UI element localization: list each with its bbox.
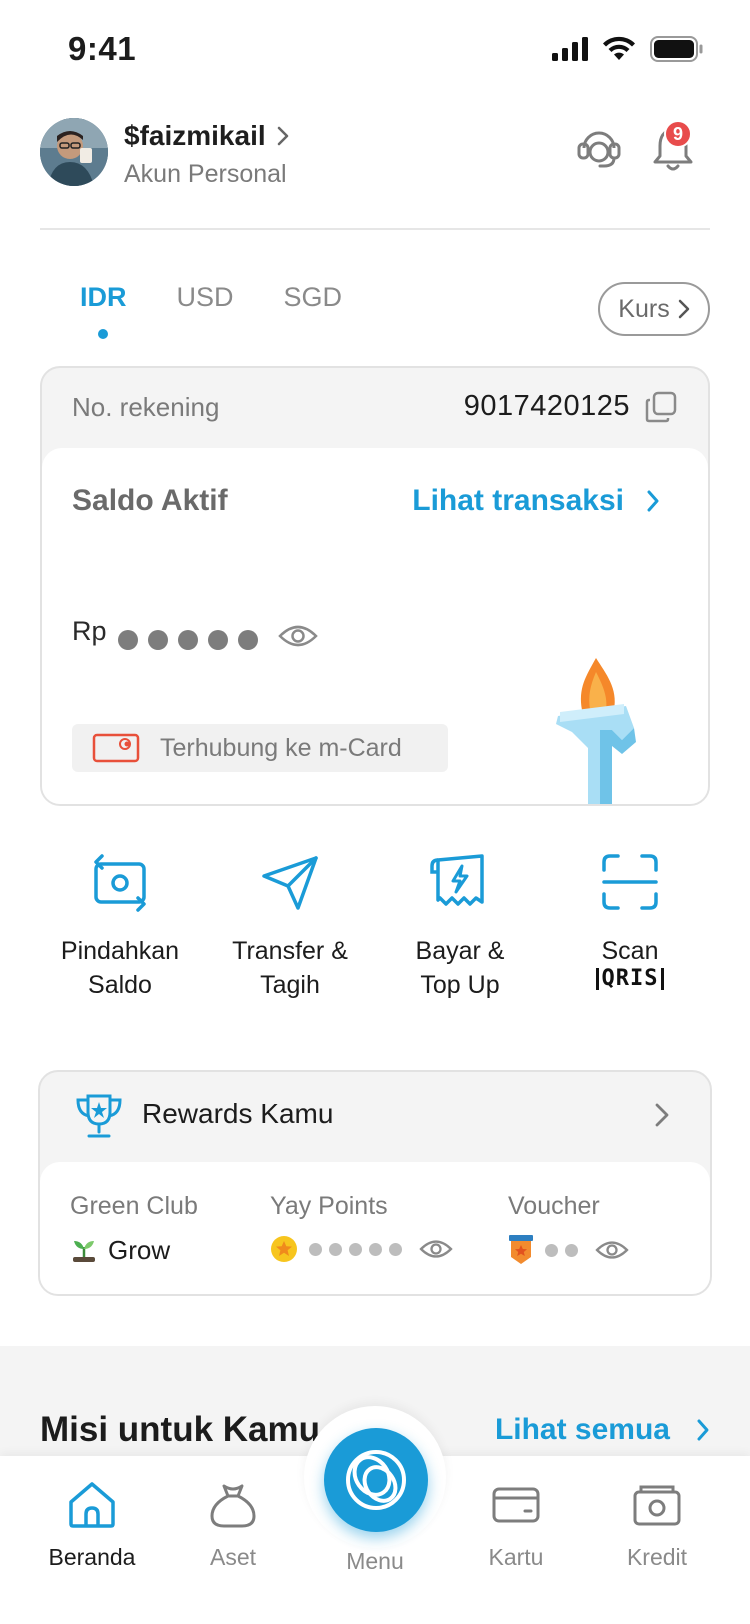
currency-tabs: IDR USD SGD xyxy=(80,282,343,339)
money-bag-icon xyxy=(210,1484,256,1528)
account-number-label: No. rekening xyxy=(72,392,220,422)
scan-qris-button[interactable]: Scan QRIS xyxy=(550,850,710,1010)
currency-prefix: Rp xyxy=(72,616,107,646)
battery-icon xyxy=(650,36,703,62)
home-icon xyxy=(69,1482,115,1528)
transfer-balance-icon xyxy=(94,854,146,912)
chevron-right-icon xyxy=(655,1103,669,1127)
voucher-medal-icon xyxy=(509,1235,533,1264)
wifi-icon xyxy=(603,36,635,60)
credit-icon xyxy=(633,1485,681,1526)
eye-icon[interactable] xyxy=(278,622,318,650)
balance-panel: Saldo Aktif Lihat transaksi Rp Terhubung… xyxy=(42,448,708,804)
account-number-row: No. rekening 9017420125 xyxy=(42,368,708,448)
bill-icon xyxy=(430,854,484,906)
view-transactions-label: Lihat transaksi xyxy=(412,484,624,517)
nav-beranda[interactable]: Beranda xyxy=(22,1478,162,1571)
voucher[interactable]: Voucher xyxy=(508,1192,629,1265)
mission-title: Misi untuk Kamu xyxy=(40,1410,321,1449)
nav-beranda-label: Beranda xyxy=(48,1544,136,1570)
status-bar: 9:41 xyxy=(0,0,750,100)
header-divider xyxy=(40,228,710,230)
tab-sgd[interactable]: SGD xyxy=(284,282,343,313)
status-time: 9:41 xyxy=(68,30,137,67)
status-icons xyxy=(552,36,704,62)
pay-topup-label: Bayar & Top Up xyxy=(415,937,505,999)
transfer-request-label: Transfer & Tagih xyxy=(232,937,348,999)
chevron-right-icon xyxy=(647,490,659,512)
rewards-card[interactable]: Rewards Kamu Green Club Grow Yay Points xyxy=(38,1070,712,1296)
move-balance-button[interactable]: Pindahkan Saldo xyxy=(40,850,200,1010)
notification-badge: 9 xyxy=(664,120,692,148)
voucher-label: Voucher xyxy=(508,1192,600,1220)
yay-points-label: Yay Points xyxy=(270,1192,388,1220)
qris-logo: QRIS xyxy=(595,968,665,990)
eye-icon[interactable] xyxy=(595,1238,629,1262)
card-icon xyxy=(492,1487,540,1523)
see-all-missions-link[interactable]: Lihat semua xyxy=(495,1413,710,1447)
trophy-icon xyxy=(76,1094,122,1138)
username-link[interactable]: $faizmikail xyxy=(124,120,290,152)
balance-card: No. rekening 9017420125 Saldo Aktif Liha… xyxy=(40,366,710,806)
kurs-button[interactable]: Kurs xyxy=(598,282,710,336)
tab-usd[interactable]: USD xyxy=(177,282,234,313)
linked-mcard-chip[interactable]: Terhubung ke m-Card xyxy=(72,724,448,772)
card-icon xyxy=(92,733,140,763)
eye-icon[interactable] xyxy=(419,1237,453,1261)
scan-label: Scan xyxy=(601,937,659,965)
account-number: 9017420125 xyxy=(463,390,630,422)
view-transactions-link[interactable]: Lihat transaksi xyxy=(412,484,660,518)
nav-aset-label: Aset xyxy=(209,1544,257,1570)
nav-kartu-label: Kartu xyxy=(488,1544,544,1570)
nav-kredit[interactable]: Kredit xyxy=(587,1478,727,1571)
tab-idr[interactable]: IDR xyxy=(80,282,127,339)
chevron-right-icon xyxy=(277,126,288,146)
rewards-title: Rewards Kamu xyxy=(142,1098,334,1129)
customer-service-icon[interactable] xyxy=(574,122,624,172)
profile-header: $faizmikail Akun Personal 9 xyxy=(40,116,710,192)
pay-topup-button[interactable]: Bayar & Top Up xyxy=(380,850,540,1010)
move-balance-label: Pindahkan Saldo xyxy=(60,937,180,999)
signal-icon xyxy=(552,37,588,61)
chevron-right-icon xyxy=(697,1419,709,1441)
active-balance-label: Saldo Aktif xyxy=(72,484,228,517)
star-coin-icon xyxy=(271,1236,297,1262)
nav-kartu[interactable]: Kartu xyxy=(446,1478,586,1571)
rewards-header[interactable]: Rewards Kamu xyxy=(40,1072,710,1162)
avatar[interactable] xyxy=(40,118,108,186)
menu-button[interactable] xyxy=(324,1428,428,1532)
sprout-icon xyxy=(73,1240,95,1262)
see-all-label: Lihat semua xyxy=(494,1413,670,1446)
green-club-value: Grow xyxy=(108,1235,171,1265)
notification-bell[interactable]: 9 xyxy=(648,120,698,176)
yay-points[interactable]: Yay Points xyxy=(270,1192,453,1263)
nav-kredit-label: Kredit xyxy=(626,1544,688,1570)
nav-menu-label[interactable]: Menu xyxy=(305,1548,445,1575)
menu-logo-icon xyxy=(346,1450,406,1510)
kurs-label: Kurs xyxy=(618,294,670,323)
nav-aset[interactable]: Aset xyxy=(163,1478,303,1571)
copy-icon[interactable] xyxy=(644,390,678,424)
username: $faizmikail xyxy=(124,120,266,151)
transfer-request-button[interactable]: Transfer & Tagih xyxy=(210,850,370,1010)
rewards-body: Green Club Grow Yay Points Voucher xyxy=(40,1162,710,1294)
linked-mcard-label: Terhubung ke m-Card xyxy=(160,733,402,762)
account-type: Akun Personal xyxy=(124,160,287,188)
scan-icon xyxy=(602,854,658,910)
monas-illustration-icon xyxy=(556,658,636,804)
quick-actions: Pindahkan Saldo Transfer & Tagih Bayar &… xyxy=(40,850,710,1010)
send-icon xyxy=(262,856,318,910)
chevron-right-icon xyxy=(678,299,689,319)
green-club-label: Green Club xyxy=(70,1192,198,1220)
hidden-balance xyxy=(118,630,258,650)
green-club[interactable]: Green Club Grow xyxy=(70,1192,198,1266)
